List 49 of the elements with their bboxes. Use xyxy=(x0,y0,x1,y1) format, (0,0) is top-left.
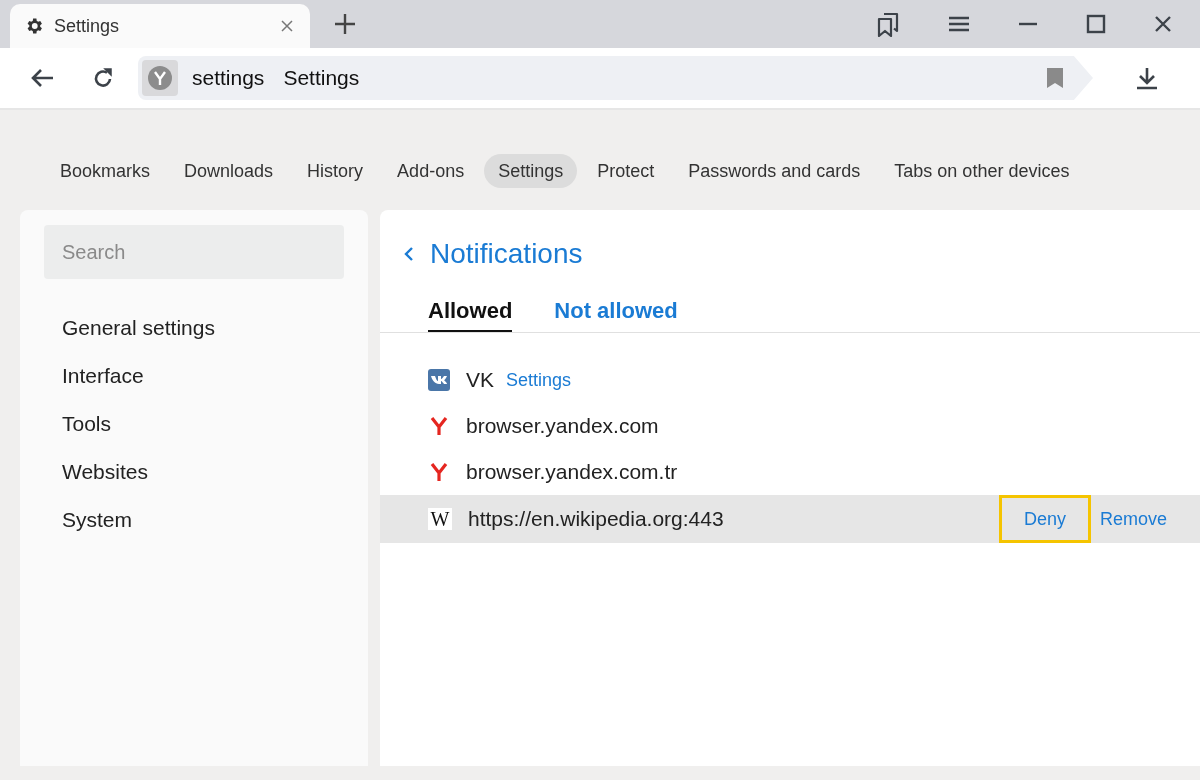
sidebar-item[interactable]: Tools xyxy=(44,400,344,448)
new-tab-icon[interactable] xyxy=(334,13,356,35)
maximize-icon[interactable] xyxy=(1086,14,1106,34)
site-name: browser.yandex.com xyxy=(466,414,659,438)
yandex-logo-icon xyxy=(428,415,450,437)
download-icon[interactable] xyxy=(1135,66,1159,90)
nav-tab[interactable]: Add-ons xyxy=(383,154,479,188)
page-heading: Notifications xyxy=(430,238,583,270)
menu-icon[interactable] xyxy=(948,16,970,32)
nav-tab[interactable]: Passwords and cards xyxy=(674,154,875,188)
highlighted-link[interactable]: Deny xyxy=(998,495,1091,543)
site-row[interactable]: VK Settings xyxy=(380,357,1200,403)
nav-tab[interactable]: Downloads xyxy=(170,154,288,188)
filter-tab[interactable]: Not allowed xyxy=(554,292,678,332)
search-field[interactable]: Search xyxy=(44,225,344,279)
nav-tab[interactable]: Settings xyxy=(484,154,578,188)
site-row[interactable]: browser.yandex.com.tr xyxy=(380,449,1200,495)
sidebar-item[interactable]: System xyxy=(44,496,344,544)
sidebar-item[interactable]: General settings xyxy=(44,304,344,352)
nav-tab[interactable]: History xyxy=(293,154,378,188)
page-title: Settings xyxy=(283,66,360,90)
minimize-icon[interactable] xyxy=(1018,22,1038,26)
vk-logo-icon xyxy=(428,369,450,391)
close-icon[interactable] xyxy=(280,19,294,33)
filter-tab[interactable]: Allowed xyxy=(428,292,513,332)
site-name: https://en.wikipedia.org:443 xyxy=(468,507,724,531)
bookmark-icon[interactable] xyxy=(1047,68,1063,88)
site-row[interactable]: W https://en.wikipedia.org:443 Deny Remove xyxy=(380,495,1200,543)
reload-icon[interactable] xyxy=(92,67,114,89)
nav-tab[interactable]: Protect xyxy=(583,154,669,188)
browser-logo-icon xyxy=(142,60,178,96)
back-arrow-icon[interactable] xyxy=(30,68,54,88)
bookmarks-icon[interactable] xyxy=(876,11,900,37)
nav-tab[interactable]: Bookmarks xyxy=(46,154,165,188)
sidebar-item[interactable]: Interface xyxy=(44,352,344,400)
wikipedia-logo-icon: W xyxy=(428,508,452,530)
browser-tab[interactable]: Settings xyxy=(10,4,310,48)
address-bar[interactable]: settings Settings xyxy=(138,56,1093,100)
back-chevron-icon[interactable] xyxy=(404,246,414,262)
site-name: browser.yandex.com.tr xyxy=(466,460,678,484)
tab-title: Settings xyxy=(54,15,121,37)
site-row[interactable]: browser.yandex.com xyxy=(380,403,1200,449)
settings-link[interactable]: Settings xyxy=(506,369,572,391)
nav-tab[interactable]: Tabs on other devices xyxy=(880,154,1084,188)
sidebar-item[interactable]: Websites xyxy=(44,448,344,496)
close-icon[interactable] xyxy=(1154,15,1172,33)
url-host: settings xyxy=(192,66,265,90)
yandex-logo-icon xyxy=(428,461,450,483)
site-name: VK xyxy=(466,368,494,392)
